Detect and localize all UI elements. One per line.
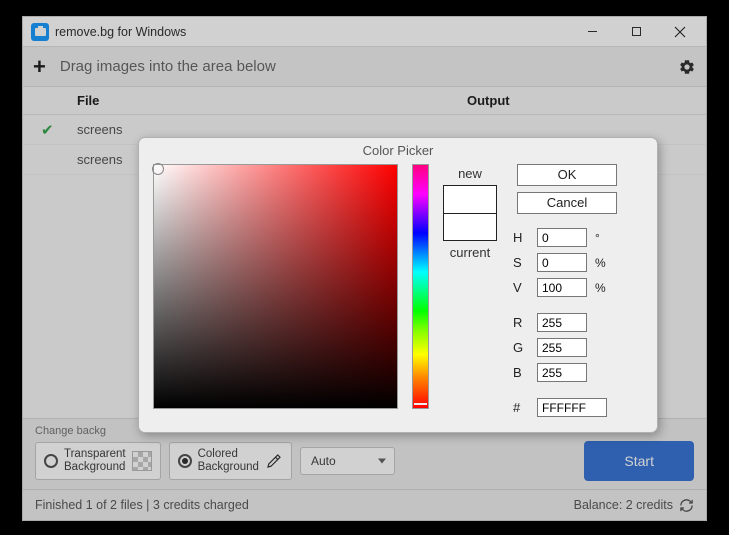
r-row: R: [513, 313, 643, 332]
cancel-button[interactable]: Cancel: [517, 192, 617, 214]
hex-label: #: [513, 400, 529, 415]
h-input[interactable]: [537, 228, 587, 247]
saturation-value-panel[interactable]: [153, 164, 398, 409]
h-label: H: [513, 230, 529, 245]
g-row: G: [513, 338, 643, 357]
b-label: B: [513, 365, 529, 380]
color-picker-dialog: Color Picker new current OK Cancel: [138, 137, 658, 433]
hue-indicator: [414, 403, 427, 405]
current-label: current: [450, 245, 490, 260]
new-current-swatches: [443, 185, 497, 241]
v-input[interactable]: [537, 278, 587, 297]
b-row: B: [513, 363, 643, 382]
s-input[interactable]: [537, 253, 587, 272]
s-row: S %: [513, 253, 643, 272]
r-input[interactable]: [537, 313, 587, 332]
g-label: G: [513, 340, 529, 355]
g-input[interactable]: [537, 338, 587, 357]
s-unit: %: [595, 256, 609, 270]
v-row: V %: [513, 278, 643, 297]
sv-cursor-icon: [152, 163, 164, 175]
picker-title: Color Picker: [139, 138, 657, 161]
hex-input[interactable]: [537, 398, 607, 417]
hex-row: #: [513, 398, 643, 417]
app-window: remove.bg for Windows + Drag images into…: [22, 16, 707, 521]
s-label: S: [513, 255, 529, 270]
picker-right-column: OK Cancel H ° S % V %: [511, 164, 643, 417]
b-input[interactable]: [537, 363, 587, 382]
r-label: R: [513, 315, 529, 330]
new-label: new: [458, 166, 482, 181]
new-color-swatch: [444, 186, 496, 214]
v-unit: %: [595, 281, 609, 295]
h-row: H °: [513, 228, 643, 247]
new-current-column: new current: [443, 164, 497, 417]
v-label: V: [513, 280, 529, 295]
ok-button[interactable]: OK: [517, 164, 617, 186]
current-color-swatch: [444, 214, 496, 241]
h-unit: °: [595, 231, 609, 245]
hue-slider[interactable]: [412, 164, 429, 409]
